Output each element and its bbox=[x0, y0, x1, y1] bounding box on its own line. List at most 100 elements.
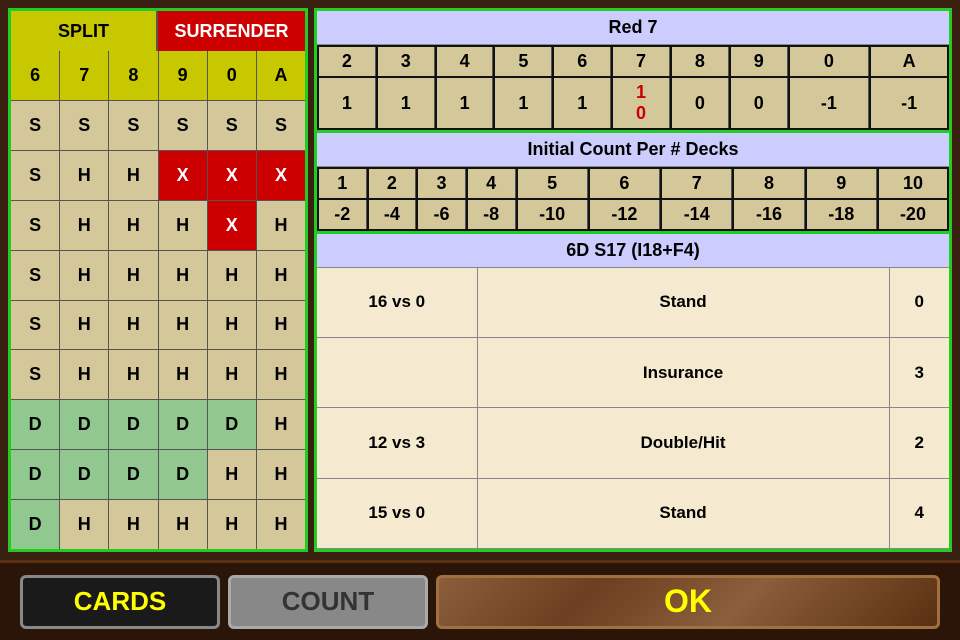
index-val-0: 0 bbox=[889, 268, 949, 337]
left-cell-2-3: H bbox=[159, 201, 208, 250]
ic-h-5: 5 bbox=[518, 169, 588, 198]
left-cell-1-5: X bbox=[257, 151, 305, 200]
red7-h-a: A bbox=[871, 47, 947, 76]
left-cell-5-5: H bbox=[257, 350, 305, 399]
red7-h-3: 3 bbox=[378, 47, 435, 76]
left-cell-5-1: H bbox=[60, 350, 109, 399]
left-row-1: SHHXXX bbox=[11, 151, 305, 201]
ic-h-1: 1 bbox=[319, 169, 367, 198]
left-cell-1-1: H bbox=[60, 151, 109, 200]
left-cell-0-4: S bbox=[208, 101, 257, 150]
left-cell-6-5: H bbox=[257, 400, 305, 449]
initial-header-row: 1 2 3 4 5 6 7 8 9 10 bbox=[319, 169, 947, 198]
red7-v-a: -1 bbox=[871, 78, 947, 128]
index-action-2: Double/Hit bbox=[477, 408, 889, 478]
left-cell-2-2: H bbox=[109, 201, 158, 250]
left-cell-3-0: S bbox=[11, 251, 60, 300]
left-header-row: 67890A bbox=[11, 51, 305, 101]
red7-v-4: 1 bbox=[437, 78, 494, 128]
left-row-7: DDDDHH bbox=[11, 450, 305, 500]
ok-button[interactable]: OK bbox=[436, 575, 940, 629]
red7-v-8: 0 bbox=[672, 78, 729, 128]
red7-header-row: 2 3 4 5 6 7 8 9 0 A bbox=[319, 47, 947, 76]
left-header-cell: 8 bbox=[109, 51, 158, 100]
index-title: 6D S17 (I18+F4) bbox=[317, 234, 949, 268]
left-cell-8-5: H bbox=[257, 500, 305, 549]
red7-v-6: 1 bbox=[554, 78, 611, 128]
left-cell-0-3: S bbox=[159, 101, 208, 150]
left-cell-8-0: D bbox=[11, 500, 60, 549]
left-cell-6-0: D bbox=[11, 400, 60, 449]
left-cell-5-4: H bbox=[208, 350, 257, 399]
initial-count-section: Initial Count Per # Decks 1 2 3 4 5 6 7 … bbox=[317, 133, 949, 234]
ic-v-10: -20 bbox=[879, 200, 947, 229]
red7-values-row: 1 1 1 1 1 10 0 0 -1 -1 bbox=[319, 78, 947, 128]
left-row-5: SHHHHH bbox=[11, 350, 305, 400]
index-left-2: 12 vs 3 bbox=[317, 408, 477, 478]
index-row-1: Insurance 3 bbox=[317, 337, 949, 407]
left-cell-3-3: H bbox=[159, 251, 208, 300]
left-cell-6-4: D bbox=[208, 400, 257, 449]
red7-v-2: 1 bbox=[319, 78, 376, 128]
left-cell-8-4: H bbox=[208, 500, 257, 549]
left-cell-1-4: X bbox=[208, 151, 257, 200]
left-row-2: SHHHXH bbox=[11, 201, 305, 251]
red7-v-0: -1 bbox=[790, 78, 870, 128]
left-cell-4-0: S bbox=[11, 301, 60, 350]
split-surrender-header: SPLIT SURRENDER bbox=[11, 11, 305, 51]
left-cell-7-0: D bbox=[11, 450, 60, 499]
red7-h-5: 5 bbox=[495, 47, 552, 76]
red7-h-0: 0 bbox=[790, 47, 870, 76]
left-cell-5-3: H bbox=[159, 350, 208, 399]
red7-v-3: 1 bbox=[378, 78, 435, 128]
red7-table: 2 3 4 5 6 7 8 9 0 A 1 1 1 1 1 10 bbox=[317, 45, 949, 130]
ic-v-3: -6 bbox=[418, 200, 466, 229]
left-row-8: DHHHHH bbox=[11, 500, 305, 549]
left-row-4: SHHHHH bbox=[11, 301, 305, 351]
ic-v-7: -14 bbox=[662, 200, 732, 229]
left-cell-2-1: H bbox=[60, 201, 109, 250]
count-button[interactable]: COUNT bbox=[228, 575, 428, 629]
left-panel: SPLIT SURRENDER 67890ASSSSSSSHHXXXSHHHXH… bbox=[8, 8, 308, 552]
left-table: 67890ASSSSSSSHHXXXSHHHXHSHHHHHSHHHHHSHHH… bbox=[11, 51, 305, 549]
index-val-3: 4 bbox=[889, 478, 949, 548]
red7-h-8: 8 bbox=[672, 47, 729, 76]
left-cell-2-4: X bbox=[208, 201, 257, 250]
red7-section: Red 7 2 3 4 5 6 7 8 9 0 A 1 1 1 bbox=[317, 11, 949, 133]
ic-h-9: 9 bbox=[807, 169, 877, 198]
ic-v-5: -10 bbox=[518, 200, 588, 229]
left-cell-6-2: D bbox=[109, 400, 158, 449]
red7-title: Red 7 bbox=[317, 11, 949, 45]
left-cell-2-5: H bbox=[257, 201, 305, 250]
ic-h-4: 4 bbox=[468, 169, 516, 198]
ic-v-4: -8 bbox=[468, 200, 516, 229]
left-cell-1-2: H bbox=[109, 151, 158, 200]
left-cell-4-1: H bbox=[60, 301, 109, 350]
ic-h-6: 6 bbox=[590, 169, 660, 198]
left-header-cell: A bbox=[257, 51, 305, 100]
left-cell-0-5: S bbox=[257, 101, 305, 150]
red7-v-7: 10 bbox=[613, 78, 670, 128]
red7-h-9: 9 bbox=[731, 47, 788, 76]
left-cell-8-3: H bbox=[159, 500, 208, 549]
left-cell-7-1: D bbox=[60, 450, 109, 499]
ic-h-10: 10 bbox=[879, 169, 947, 198]
left-row-3: SHHHHH bbox=[11, 251, 305, 301]
cards-button[interactable]: CARDS bbox=[20, 575, 220, 629]
red7-h-4: 4 bbox=[437, 47, 494, 76]
ic-h-8: 8 bbox=[734, 169, 804, 198]
left-cell-8-1: H bbox=[60, 500, 109, 549]
left-cell-7-4: H bbox=[208, 450, 257, 499]
ic-v-2: -4 bbox=[369, 200, 417, 229]
index-left-0: 16 vs 0 bbox=[317, 268, 477, 337]
index-table: 16 vs 0 Stand 0 Insurance 3 12 vs 3 Doub… bbox=[317, 268, 949, 549]
index-val-1: 3 bbox=[889, 337, 949, 407]
left-cell-6-3: D bbox=[159, 400, 208, 449]
right-panel: Red 7 2 3 4 5 6 7 8 9 0 A 1 1 1 bbox=[314, 8, 952, 552]
index-action-1: Insurance bbox=[477, 337, 889, 407]
left-cell-7-2: D bbox=[109, 450, 158, 499]
left-cell-1-3: X bbox=[159, 151, 208, 200]
red7-h-2: 2 bbox=[319, 47, 376, 76]
left-row-0: SSSSSS bbox=[11, 101, 305, 151]
index-row-0: 16 vs 0 Stand 0 bbox=[317, 268, 949, 337]
